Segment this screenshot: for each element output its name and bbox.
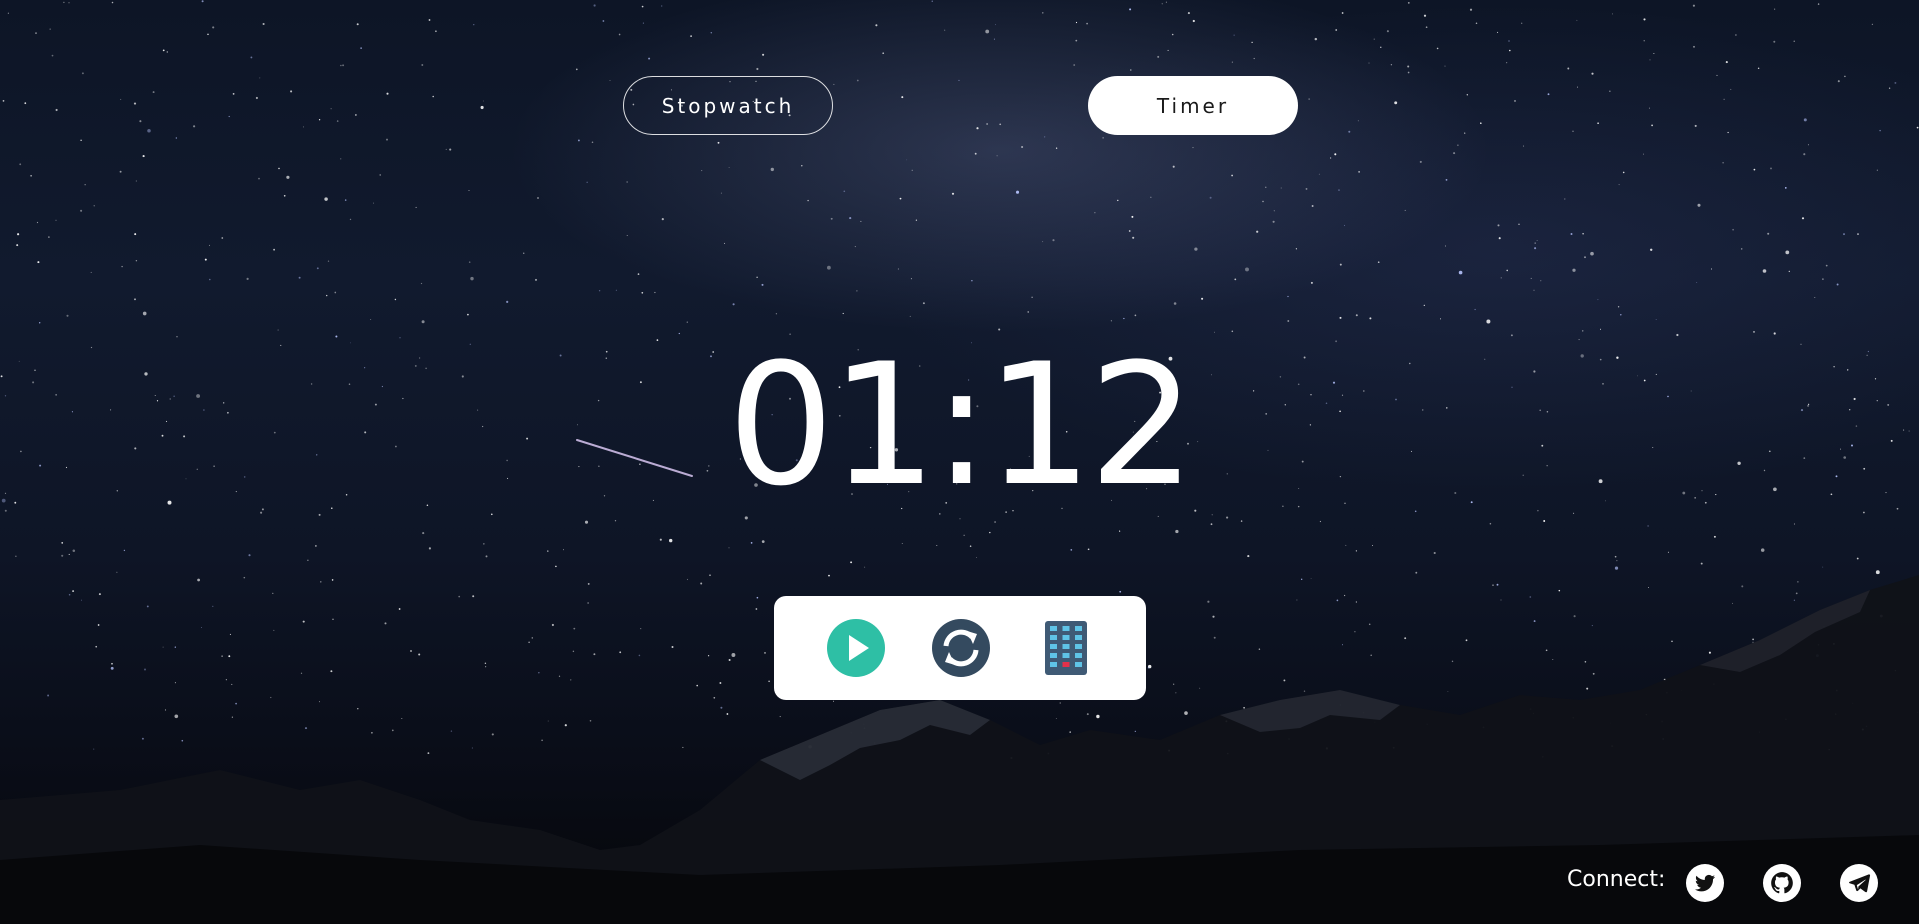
keypad-icon (1045, 621, 1087, 675)
github-link[interactable] (1763, 864, 1801, 902)
timer-button-label: Timer (1156, 93, 1230, 118)
connect-footer: Connect: (1399, 844, 1919, 924)
timer-page: Stopwatch Timer 01:12 Connect: (0, 0, 1919, 924)
telegram-icon (1849, 874, 1871, 893)
play-icon (827, 619, 885, 677)
timer-display: 01:12 (727, 327, 1195, 523)
twitter-icon (1695, 874, 1715, 892)
stopwatch-button[interactable]: Stopwatch (623, 76, 833, 135)
connect-label: Connect: (1567, 867, 1666, 892)
stopwatch-button-label: Stopwatch (661, 93, 795, 118)
keypad-button[interactable] (1034, 616, 1098, 680)
play-button[interactable] (824, 616, 888, 680)
timer-controls (774, 596, 1146, 700)
github-icon (1771, 872, 1793, 894)
twitter-link[interactable] (1686, 864, 1724, 902)
reset-button[interactable] (929, 616, 993, 680)
timer-button[interactable]: Timer (1088, 76, 1298, 135)
telegram-link[interactable] (1840, 864, 1878, 902)
reset-icon (932, 619, 990, 677)
